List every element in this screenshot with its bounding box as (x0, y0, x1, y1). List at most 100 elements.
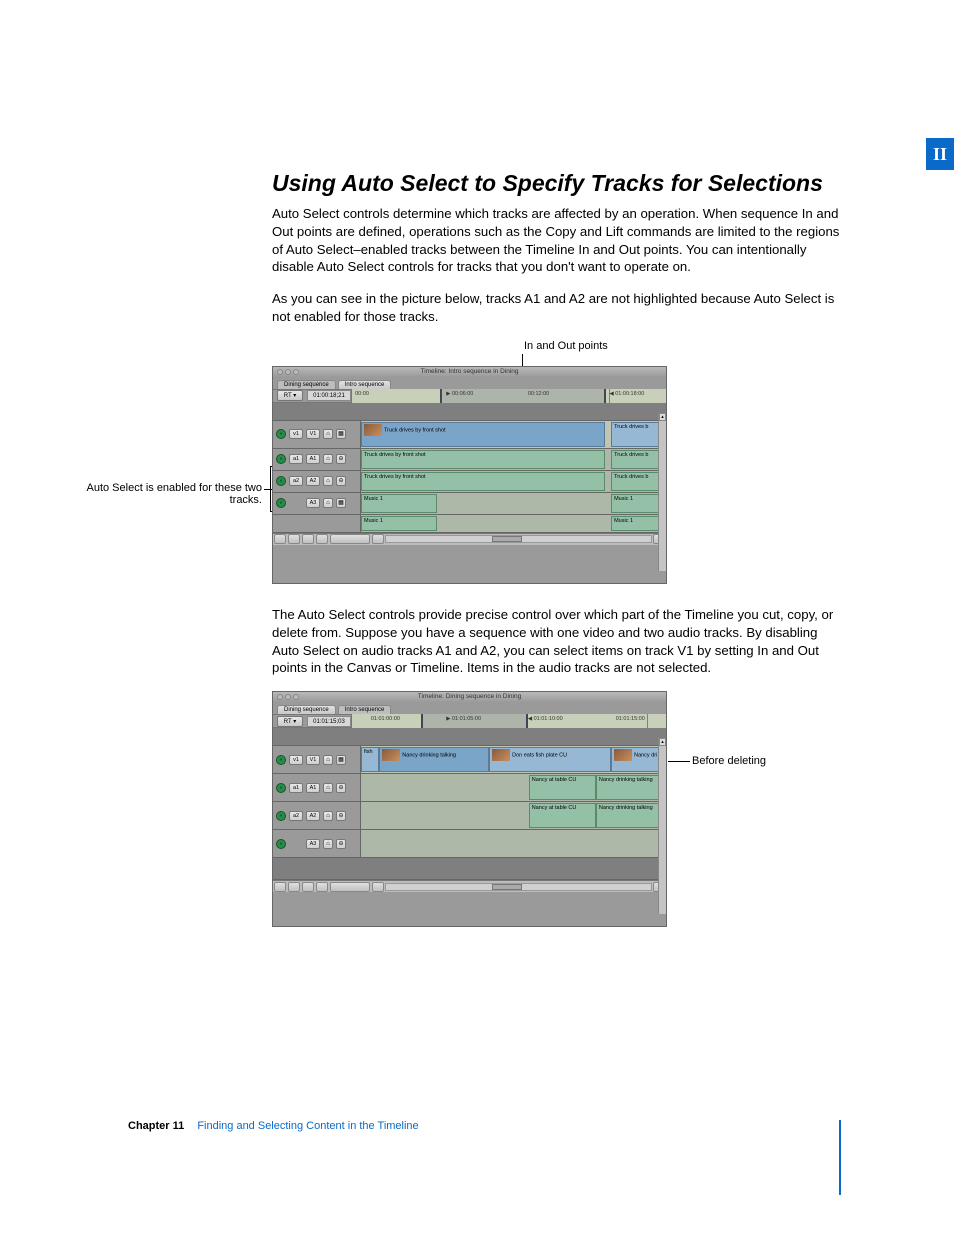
horizontal-scrollbar[interactable] (385, 883, 652, 891)
clip[interactable]: Nancy dri (611, 747, 663, 772)
clip[interactable]: Music 1 (361, 494, 437, 513)
dest-patch[interactable]: V1 (306, 429, 320, 439)
clip[interactable]: Nancy drinking talking (596, 803, 663, 828)
scroll-left-icon[interactable] (372, 882, 384, 892)
toggle-button[interactable] (302, 534, 314, 544)
clip[interactable]: Nancy drinking talking (596, 775, 663, 800)
clip[interactable]: Nancy drinking talking (379, 747, 489, 772)
source-patch[interactable]: v1 (289, 429, 303, 439)
dest-patch[interactable]: A3 (306, 498, 320, 508)
auto-select-toggle[interactable]: ● (276, 498, 286, 508)
lock-icon[interactable]: ⌂ (323, 498, 333, 508)
clip[interactable]: Music 1 (611, 494, 663, 513)
auto-select-toggle[interactable]: ● (276, 783, 286, 793)
visibility-icon[interactable]: ▦ (336, 429, 346, 439)
toggle-button[interactable] (274, 882, 286, 892)
auto-select-toggle[interactable]: ● (276, 429, 286, 439)
scroll-up-icon[interactable]: ▴ (659, 413, 666, 421)
clip[interactable]: Truck drives by front shot (361, 422, 605, 447)
playhead[interactable] (647, 714, 648, 728)
auto-select-toggle[interactable]: ● (276, 811, 286, 821)
track-lane[interactable] (361, 830, 666, 857)
clip[interactable]: Truck drives b (611, 450, 663, 469)
track-lane[interactable]: Nancy at table CU Nancy drinking talking (361, 802, 666, 829)
mute-icon[interactable]: ⊖ (336, 476, 346, 486)
dest-patch[interactable]: A3 (306, 839, 320, 849)
clip[interactable]: Truck drives by front shot (361, 472, 605, 491)
auto-select-toggle[interactable]: ● (276, 755, 286, 765)
tab-intro[interactable]: Intro sequence (338, 705, 392, 714)
clip[interactable]: Don eats fish plate CU (489, 747, 611, 772)
track-lane[interactable]: fish Nancy drinking talking Don eats fis… (361, 746, 666, 773)
clip[interactable]: Truck drives b (611, 422, 663, 447)
toggle-button[interactable] (288, 882, 300, 892)
tab-dining[interactable]: Dining sequence (277, 380, 336, 389)
dest-patch[interactable]: A1 (306, 783, 320, 793)
paragraph-3: The Auto Select controls provide precise… (272, 606, 842, 677)
clip[interactable]: fish (361, 747, 379, 772)
scroll-up-icon[interactable]: ▴ (659, 738, 666, 746)
clip[interactable]: Music 1 (361, 516, 437, 531)
source-patch[interactable]: v1 (289, 755, 303, 765)
auto-select-toggle[interactable]: ● (276, 476, 286, 486)
clip[interactable]: Music 1 (611, 516, 663, 531)
horizontal-scrollbar[interactable] (385, 535, 652, 543)
traffic-lights[interactable] (277, 369, 299, 375)
clip[interactable]: Truck drives by front shot (361, 450, 605, 469)
timeline-ruler[interactable]: 01:01:00:00 ▶ 01:01:05:00 ◀ 01:01:10:00 … (351, 714, 666, 728)
lock-icon[interactable]: ⌂ (323, 476, 333, 486)
dest-patch[interactable]: A2 (306, 811, 320, 821)
source-patch[interactable]: a2 (289, 476, 303, 486)
lock-icon[interactable]: ⌂ (323, 783, 333, 793)
toggle-button[interactable] (302, 882, 314, 892)
heading: Using Auto Select to Specify Tracks for … (272, 170, 842, 197)
lock-icon[interactable]: ⌂ (323, 454, 333, 464)
toggle-button[interactable] (316, 534, 328, 544)
track-lane[interactable]: Music 1 Music 1 (361, 515, 666, 532)
auto-select-toggle[interactable]: ● (276, 839, 286, 849)
lock-icon[interactable]: ⌂ (323, 811, 333, 821)
clip[interactable]: Truck drives b (611, 472, 663, 491)
track-lane[interactable]: Music 1 Music 1 (361, 493, 666, 514)
vertical-scrollbar[interactable]: ▴ (658, 738, 666, 914)
timecode-field[interactable]: 01:01:15;03 (307, 716, 351, 727)
mute-icon[interactable]: ▦ (336, 498, 346, 508)
track-lane[interactable]: Truck drives by front shot Truck drives … (361, 449, 666, 470)
rt-menu[interactable]: RT ▾ (277, 390, 303, 401)
zoom-slider[interactable] (330, 882, 370, 892)
toggle-button[interactable] (316, 882, 328, 892)
source-patch[interactable]: a2 (289, 811, 303, 821)
timeline-scrollbar[interactable] (273, 880, 666, 892)
timeline-ruler[interactable]: 00:00 ▶ 00:06:00 00:12:00 ◀ 01:00:18:00 (351, 389, 666, 403)
timeline-scrollbar[interactable] (273, 533, 666, 545)
track-lane[interactable]: Truck drives by front shot Truck drives … (361, 471, 666, 492)
dest-patch[interactable]: V1 (306, 755, 320, 765)
mute-icon[interactable]: ⊖ (336, 811, 346, 821)
source-patch[interactable]: a1 (289, 783, 303, 793)
source-patch[interactable]: a1 (289, 454, 303, 464)
rt-menu[interactable]: RT ▾ (277, 716, 303, 727)
clip[interactable]: Nancy at table CU (529, 775, 596, 800)
vertical-scrollbar[interactable]: ▴ (658, 413, 666, 571)
mute-icon[interactable]: ⊖ (336, 783, 346, 793)
zoom-slider[interactable] (330, 534, 370, 544)
mute-icon[interactable]: ⊖ (336, 839, 346, 849)
mute-icon[interactable]: ⊖ (336, 454, 346, 464)
track-lane[interactable]: Nancy at table CU Nancy drinking talking (361, 774, 666, 801)
scroll-left-icon[interactable] (372, 534, 384, 544)
lock-icon[interactable]: ⌂ (323, 755, 333, 765)
tab-intro[interactable]: Intro sequence (338, 380, 392, 389)
tab-dining[interactable]: Dining sequence (277, 705, 336, 714)
timecode-field[interactable]: 01:00:18;21 (307, 390, 351, 401)
lock-icon[interactable]: ⌂ (323, 429, 333, 439)
toggle-button[interactable] (288, 534, 300, 544)
auto-select-toggle[interactable]: ● (276, 454, 286, 464)
visibility-icon[interactable]: ▦ (336, 755, 346, 765)
dest-patch[interactable]: A1 (306, 454, 320, 464)
clip[interactable]: Nancy at table CU (529, 803, 596, 828)
track-lane[interactable]: Truck drives by front shot Truck drives … (361, 421, 666, 448)
traffic-lights[interactable] (277, 694, 299, 700)
dest-patch[interactable]: A2 (306, 476, 320, 486)
lock-icon[interactable]: ⌂ (323, 839, 333, 849)
toggle-button[interactable] (274, 534, 286, 544)
